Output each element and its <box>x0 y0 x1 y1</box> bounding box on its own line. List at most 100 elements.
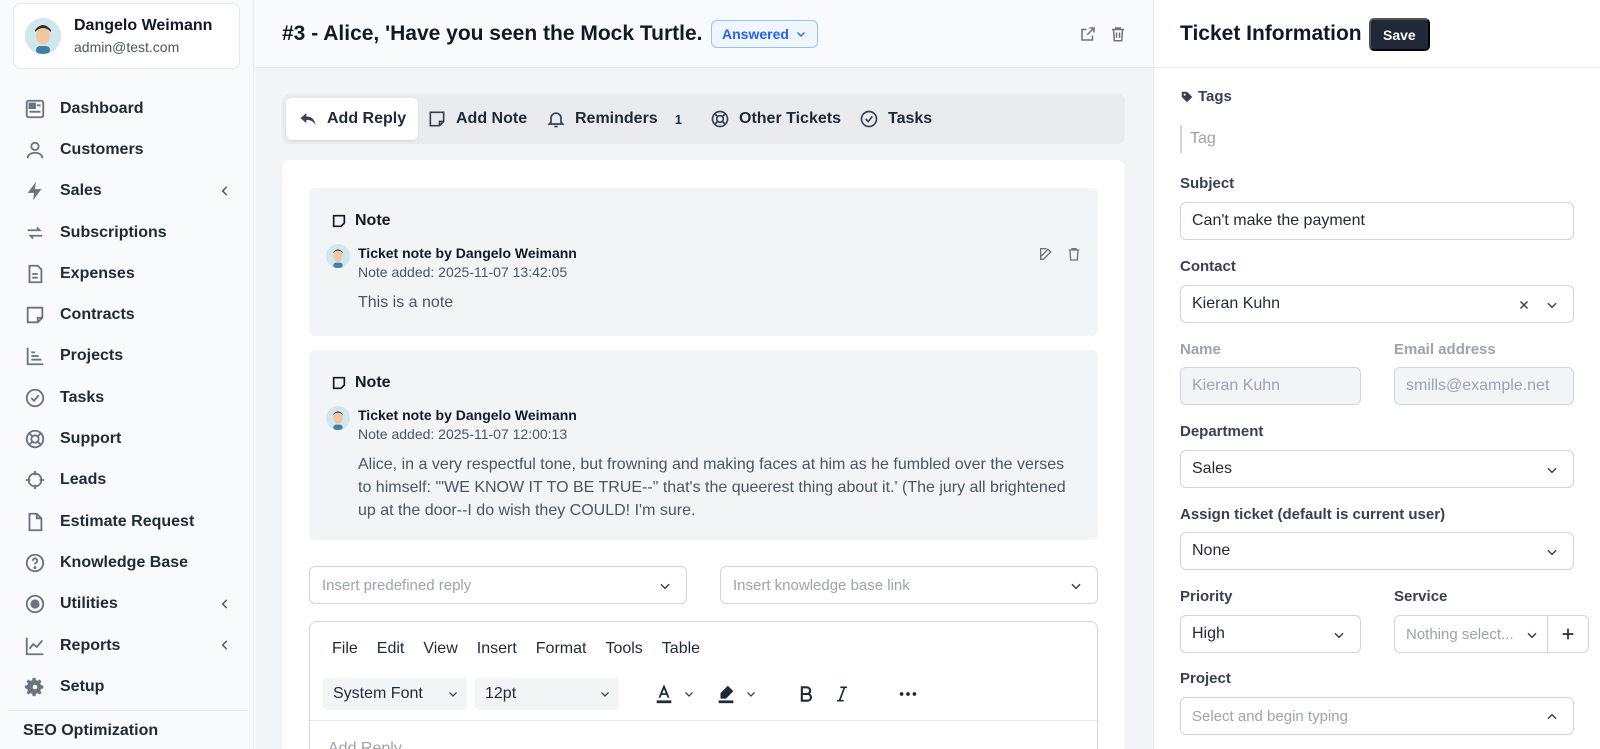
document-icon <box>24 263 46 285</box>
font-size-select[interactable]: 12pt <box>475 678 619 710</box>
trash-icon[interactable] <box>1109 25 1127 43</box>
italic-button[interactable] <box>827 679 857 709</box>
sidebar-item-label: Sales <box>60 182 102 200</box>
user-email: admin@test.com <box>74 39 180 55</box>
lifebuoy-icon <box>24 428 46 450</box>
user-profile-card[interactable]: Dangelo Weimann admin@test.com <box>13 3 240 69</box>
sidebar-item-sales[interactable]: Sales <box>0 171 254 212</box>
predefined-reply-select[interactable]: Insert predefined reply <box>309 566 687 604</box>
sidebar-nav: Dashboard Customers Sales Subscriptions … <box>0 88 254 707</box>
note-icon <box>331 213 347 229</box>
ticket-main: #3 - Alice, 'Have you seen the Mock Turt… <box>255 0 1153 749</box>
reply-textarea[interactable]: Add Reply <box>328 740 402 749</box>
chevron-down-icon <box>447 688 459 700</box>
chevron-down-icon[interactable] <box>679 679 699 709</box>
contact-value: Kieran Kuhn <box>1192 295 1281 312</box>
save-button[interactable]: Save <box>1369 18 1430 51</box>
reminders-count-badge: 1 <box>674 111 682 127</box>
bold-button[interactable] <box>791 679 821 709</box>
tab-add-reply[interactable]: Add Reply <box>286 98 419 140</box>
ticket-info-panel: Ticket Information Save Tags Tag Subject… <box>1153 0 1600 749</box>
department-select[interactable]: Sales <box>1180 450 1574 488</box>
priority-value: High <box>1192 625 1225 642</box>
chevron-down-icon <box>1545 463 1559 477</box>
highlight-color-button[interactable] <box>711 679 741 709</box>
sidebar-item-utilities[interactable]: Utilities <box>0 584 254 625</box>
contact-select[interactable]: Kieran Kuhn <box>1180 285 1574 323</box>
project-select[interactable]: Select and begin typing <box>1180 697 1574 735</box>
avatar <box>326 244 350 268</box>
tab-tasks[interactable]: Tasks <box>847 98 944 140</box>
note-body: This is a note <box>358 294 454 311</box>
sidebar-item-label: Customers <box>60 140 144 158</box>
close-icon[interactable] <box>1517 298 1531 312</box>
sidebar-item-label: Knowledge Base <box>60 553 189 571</box>
menu-table[interactable]: Table <box>662 640 700 658</box>
service-select[interactable]: Nothing select... <box>1394 615 1548 653</box>
tab-label: Other Tickets <box>739 110 841 127</box>
tab-add-note[interactable]: Add Note <box>415 98 539 140</box>
subject-input[interactable]: Can't make the payment <box>1180 202 1574 240</box>
menu-format[interactable]: Format <box>536 640 587 658</box>
edit-icon[interactable] <box>1038 246 1054 262</box>
menu-file[interactable]: File <box>332 640 358 658</box>
gear-icon <box>24 676 46 698</box>
page-title: #3 - Alice, 'Have you seen the Mock Turt… <box>282 22 703 45</box>
tag-icon <box>1180 90 1194 104</box>
sidebar-item-dashboard[interactable]: Dashboard <box>0 88 254 129</box>
service-label: Service <box>1394 588 1448 605</box>
sidebar-item-label: Reports <box>60 636 121 654</box>
sidebar-item-knowledge-base[interactable]: Knowledge Base <box>0 542 254 583</box>
menu-edit[interactable]: Edit <box>377 640 405 658</box>
record-icon <box>24 593 46 615</box>
chevron-down-icon[interactable] <box>741 679 761 709</box>
text-color-button[interactable] <box>649 679 679 709</box>
department-value: Sales <box>1192 460 1233 477</box>
sidebar-item-support[interactable]: Support <box>0 418 254 459</box>
predefined-reply-placeholder: Insert predefined reply <box>322 576 472 594</box>
sidebar-item-subscriptions[interactable]: Subscriptions <box>0 212 254 253</box>
menu-insert[interactable]: Insert <box>477 640 517 658</box>
add-service-button[interactable] <box>1547 615 1589 653</box>
tag-input[interactable]: Tag <box>1180 125 1216 153</box>
priority-select[interactable]: High <box>1180 615 1361 653</box>
sidebar-item-label: Expenses <box>60 264 135 282</box>
menu-view[interactable]: View <box>423 640 457 658</box>
note-body: Alice, in a very respectful tone, but fr… <box>358 456 1066 519</box>
sidebar-item-projects[interactable]: Projects <box>0 336 254 377</box>
tab-other-tickets[interactable]: Other Tickets <box>698 98 853 140</box>
sidebar-item-reports[interactable]: Reports <box>0 625 254 666</box>
sidebar-item-tasks[interactable]: Tasks <box>0 377 254 418</box>
knowledge-base-link-select[interactable]: Insert knowledge base link <box>720 566 1098 604</box>
subject-label: Subject <box>1180 175 1235 192</box>
note-date: Note added: 2025-11-07 12:00:13 <box>358 426 568 442</box>
chevron-down-icon <box>795 28 807 40</box>
sidebar-item-setup[interactable]: Setup <box>0 666 254 707</box>
trash-icon[interactable] <box>1066 246 1082 262</box>
subject-value: Can't make the payment <box>1192 212 1365 229</box>
more-options-button[interactable] <box>893 679 923 709</box>
status-dropdown[interactable]: Answered <box>711 20 818 48</box>
note-heading-label: Note <box>355 374 391 391</box>
font-family-select[interactable]: System Font <box>323 678 467 710</box>
sidebar-item-customers[interactable]: Customers <box>0 129 254 170</box>
bolt-icon <box>24 180 46 202</box>
sidebar-item-estimate-request[interactable]: Estimate Request <box>0 501 254 542</box>
sidebar-item-seo-optimization[interactable]: SEO Optimization <box>23 722 158 740</box>
sidebar-item-contracts[interactable]: Contracts <box>0 294 254 335</box>
sidebar-item-expenses[interactable]: Expenses <box>0 253 254 294</box>
ticket-info-header: Ticket Information Save <box>1154 0 1600 68</box>
external-link-icon[interactable] <box>1079 25 1097 43</box>
assign-select[interactable]: None <box>1180 532 1574 570</box>
note-date: Note added: 2025-11-07 13:42:05 <box>358 264 568 280</box>
crosshair-icon <box>24 469 46 491</box>
priority-label: Priority <box>1180 588 1233 605</box>
email-label: Email address <box>1394 341 1496 358</box>
sidebar-item-label: Dashboard <box>60 99 144 117</box>
sidebar-item-label: Projects <box>60 347 124 365</box>
note-actions <box>1038 246 1082 262</box>
sidebar-item-leads[interactable]: Leads <box>0 460 254 501</box>
menu-tools[interactable]: Tools <box>605 640 642 658</box>
tab-reminders[interactable]: Reminders 1 <box>534 98 694 140</box>
editor-divider <box>310 720 1097 721</box>
